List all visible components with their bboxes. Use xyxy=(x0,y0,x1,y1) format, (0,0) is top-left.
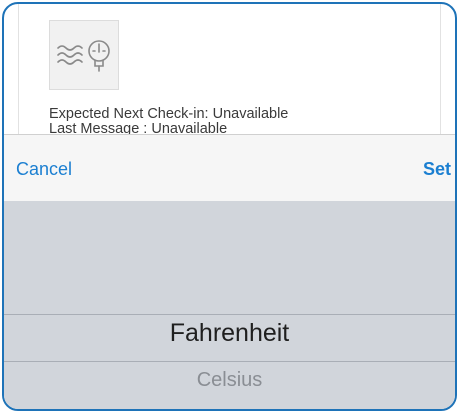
set-button[interactable]: Set xyxy=(423,159,451,180)
picker-option-fahrenheit[interactable]: Fahrenheit xyxy=(4,319,455,348)
unit-picker-wheel[interactable]: Fahrenheit Celsius xyxy=(4,201,455,409)
expected-next-checkin-text: Expected Next Check-in: Unavailable xyxy=(49,106,289,122)
picker-option-celsius[interactable]: Celsius xyxy=(4,369,455,392)
selection-indicator-bottom xyxy=(4,361,455,362)
selection-indicator-top xyxy=(4,314,455,315)
device-status-text: Expected Next Check-in: Unavailable Last… xyxy=(49,107,288,137)
device-card: Expected Next Check-in: Unavailable Last… xyxy=(18,4,441,137)
device-icon-box xyxy=(49,20,119,90)
screenshot-frame: Expected Next Check-in: Unavailable Last… xyxy=(2,2,457,411)
thermostat-sensor-icon xyxy=(57,40,110,72)
cancel-button[interactable]: Cancel xyxy=(16,159,72,180)
picker-toolbar: Cancel Set xyxy=(4,134,455,202)
